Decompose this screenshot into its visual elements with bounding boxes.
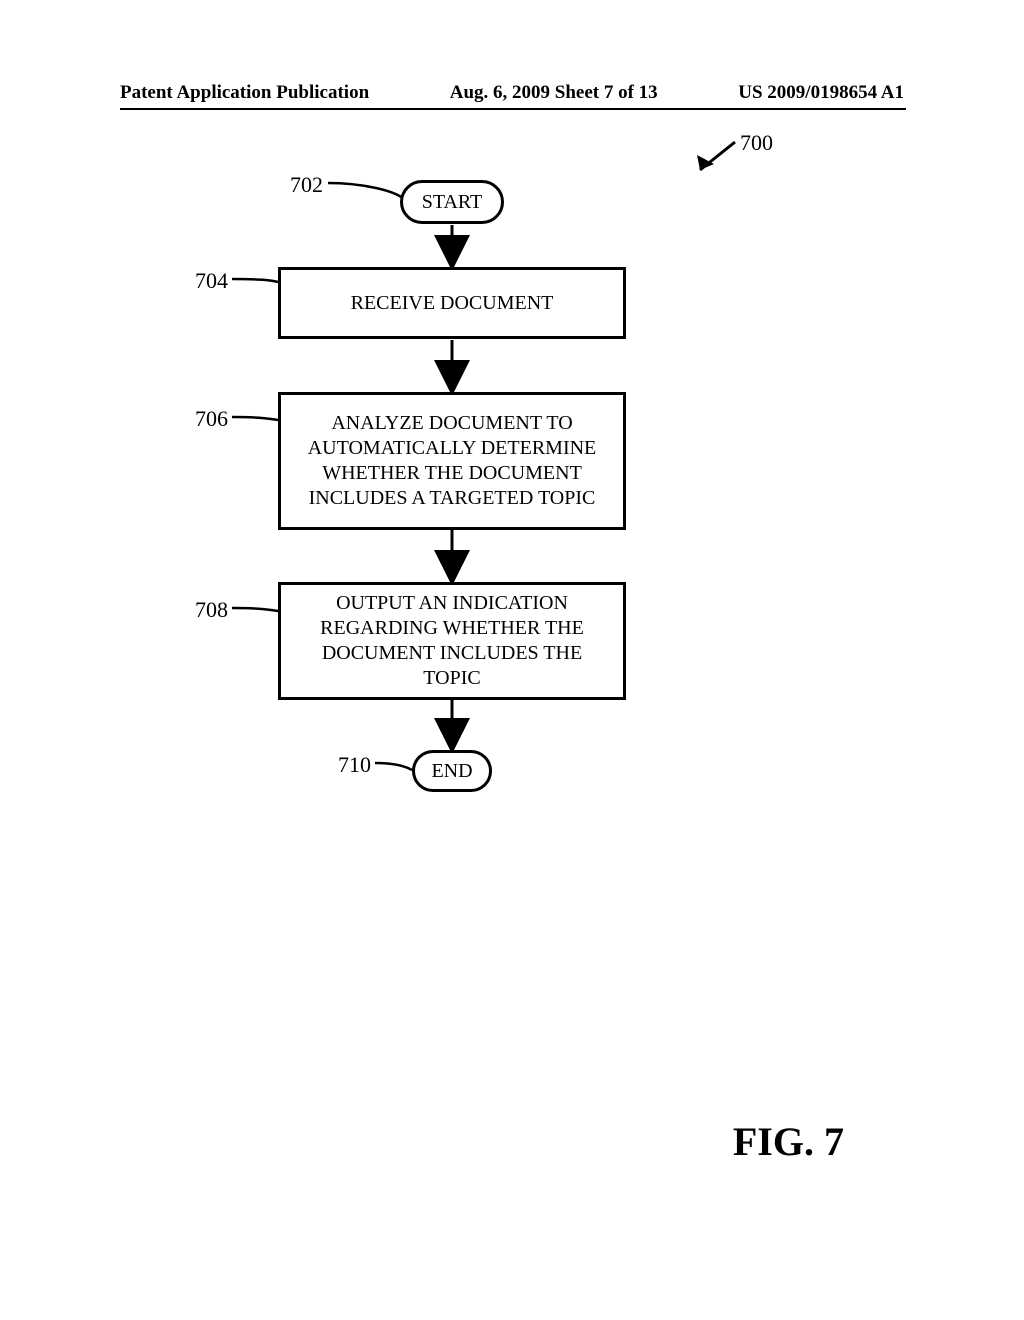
flowchart: START RECEIVE DOCUMENT ANALYZE DOCUMENT … [0,130,1024,910]
page-header: Patent Application Publication Aug. 6, 2… [0,82,1024,104]
process-output: OUTPUT AN INDICATION REGARDING WHETHER T… [278,582,626,700]
terminator-start-label: START [422,191,483,214]
terminator-end: END [412,750,492,792]
ref-708: 708 [195,597,228,623]
terminator-start: START [400,180,504,224]
header-rule [120,108,906,110]
terminator-end-label: END [431,760,472,783]
ref-706: 706 [195,406,228,432]
arrow-icon [697,142,735,170]
process-analyze-label: ANALYZE DOCUMENT TO AUTOMATICALLY DETERM… [291,411,613,511]
patent-page: Patent Application Publication Aug. 6, 2… [0,0,1024,1320]
header-left: Patent Application Publication [120,82,369,104]
ref-702: 702 [290,172,323,198]
process-receive: RECEIVE DOCUMENT [278,267,626,339]
process-receive-label: RECEIVE DOCUMENT [351,291,554,316]
process-analyze: ANALYZE DOCUMENT TO AUTOMATICALLY DETERM… [278,392,626,530]
header-right: US 2009/0198654 A1 [738,82,904,104]
header-center: Aug. 6, 2009 Sheet 7 of 13 [450,82,658,104]
process-output-label: OUTPUT AN INDICATION REGARDING WHETHER T… [291,591,613,691]
figure-caption: FIG. 7 [733,1118,844,1165]
ref-700: 700 [740,130,773,156]
ref-704: 704 [195,268,228,294]
ref-710: 710 [338,752,371,778]
